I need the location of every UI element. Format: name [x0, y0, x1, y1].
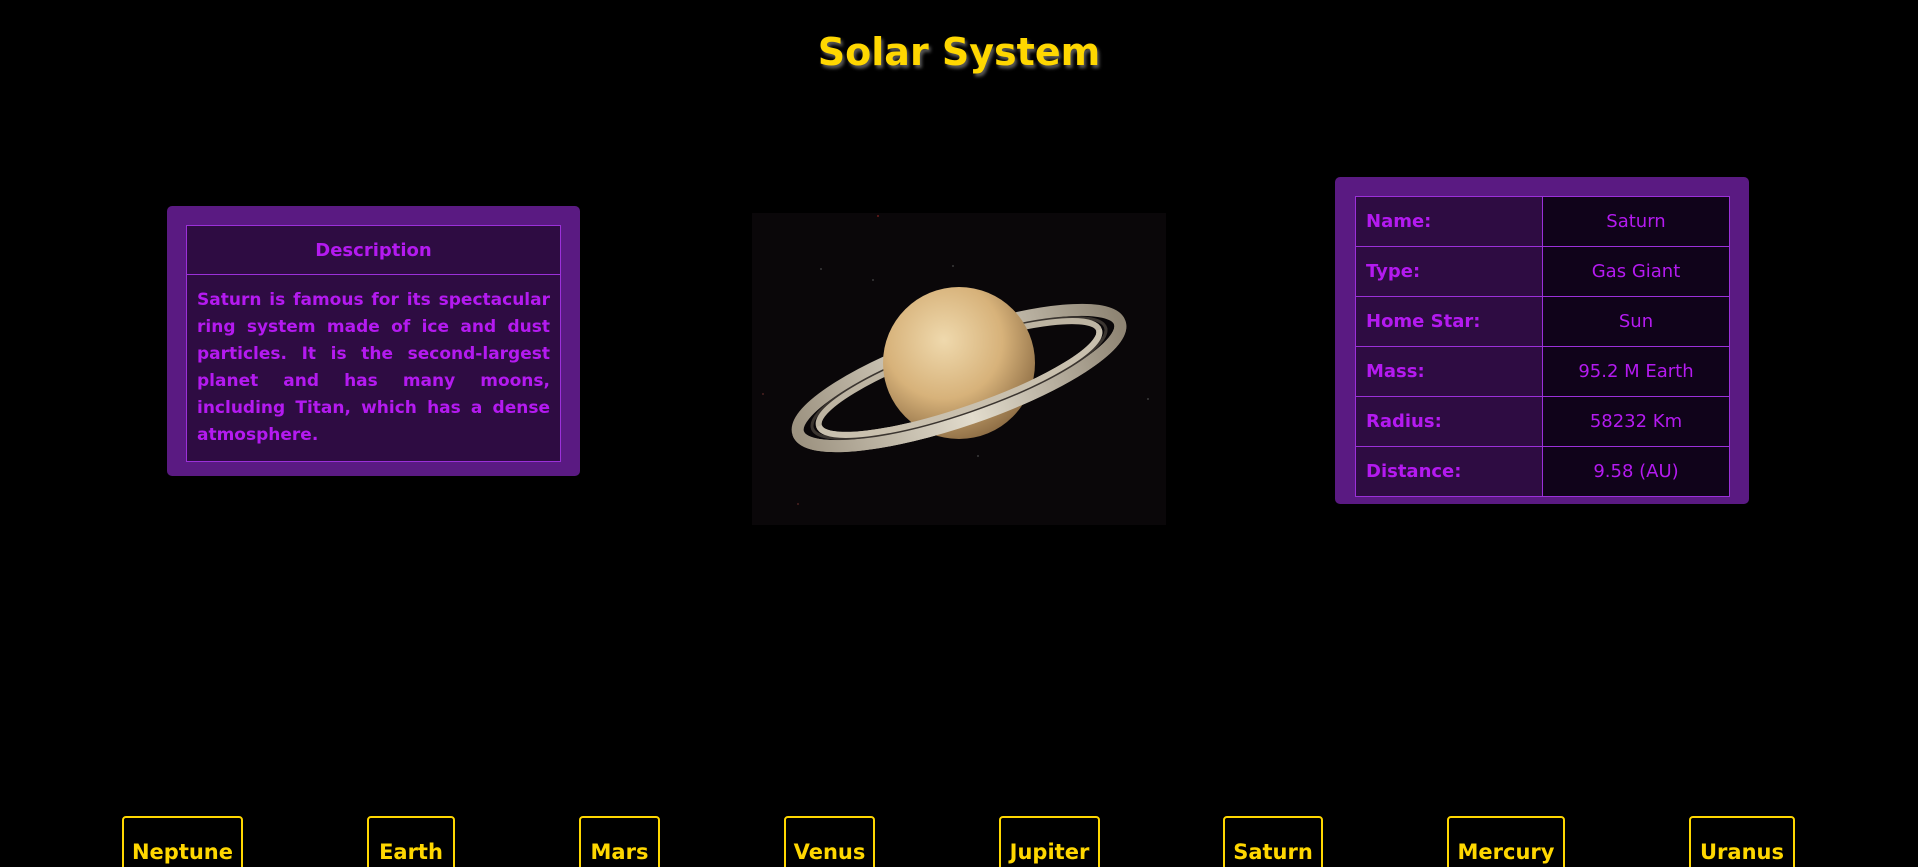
info-value: Sun	[1542, 296, 1730, 347]
info-value: 58232 Km	[1542, 396, 1730, 447]
info-row-home-star: Home Star: Sun	[1355, 296, 1730, 347]
nav-button-jupiter[interactable]: Jupiter	[999, 816, 1100, 867]
info-value: 9.58 (AU)	[1542, 446, 1730, 497]
planet-info-table: Name: Saturn Type: Gas Giant Home Star: …	[1355, 196, 1730, 497]
nav-button-saturn[interactable]: Saturn	[1223, 816, 1323, 867]
nav-button-neptune[interactable]: Neptune	[122, 816, 243, 867]
nav-button-mercury[interactable]: Mercury	[1447, 816, 1565, 867]
info-row-mass: Mass: 95.2 M Earth	[1355, 346, 1730, 397]
info-row-distance: Distance: 9.58 (AU)	[1355, 446, 1730, 497]
description-table: Description Saturn is famous for its spe…	[186, 225, 561, 462]
nav-button-uranus[interactable]: Uranus	[1689, 816, 1795, 867]
nav-button-venus[interactable]: Venus	[784, 816, 875, 867]
info-label: Radius:	[1355, 396, 1543, 447]
description-card: Description Saturn is famous for its spe…	[167, 206, 580, 476]
page: Solar System Description Saturn is famou…	[0, 0, 1918, 867]
info-value: Saturn	[1542, 196, 1730, 247]
info-value: Gas Giant	[1542, 246, 1730, 297]
info-label: Name:	[1355, 196, 1543, 247]
planet-nav: Neptune Earth Mars Venus Jupiter Saturn …	[0, 816, 1918, 867]
info-value: 95.2 M Earth	[1542, 346, 1730, 397]
saturn-icon	[791, 287, 1127, 453]
info-label: Type:	[1355, 246, 1543, 297]
description-heading: Description	[186, 225, 561, 275]
info-row-type: Type: Gas Giant	[1355, 246, 1730, 297]
info-row-radius: Radius: 58232 Km	[1355, 396, 1730, 447]
info-label: Distance:	[1355, 446, 1543, 497]
nav-button-mars[interactable]: Mars	[579, 816, 660, 867]
info-row-name: Name: Saturn	[1355, 196, 1730, 247]
info-label: Home Star:	[1355, 296, 1543, 347]
nav-button-earth[interactable]: Earth	[367, 816, 455, 867]
planet-info-card: Name: Saturn Type: Gas Giant Home Star: …	[1335, 177, 1749, 504]
planet-image	[752, 213, 1166, 525]
description-text: Saturn is famous for its spectacular rin…	[186, 274, 561, 462]
info-label: Mass:	[1355, 346, 1543, 397]
page-title: Solar System	[817, 30, 1101, 74]
